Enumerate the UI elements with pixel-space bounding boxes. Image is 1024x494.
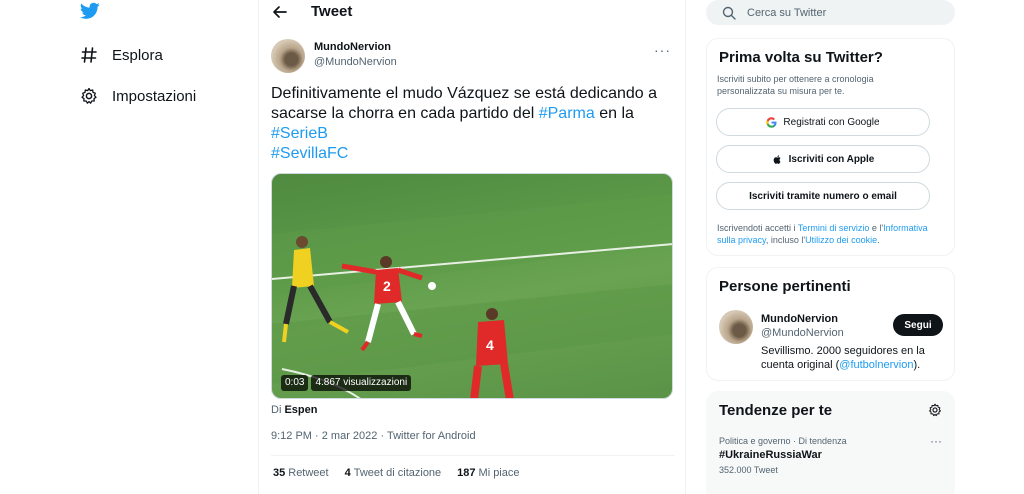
video-frame: 2 4: [272, 194, 672, 398]
tweet-text: Definitivamente el mudo Vázquez se está …: [271, 84, 676, 164]
nav-item-label: Esplora: [112, 46, 163, 64]
signup-title: Prima volta su Twitter?: [719, 49, 883, 66]
trend-more-button[interactable]: ···: [930, 434, 942, 448]
signup-subtitle: Iscriviti subito per ottenere a cronolog…: [717, 74, 874, 96]
tweet-stats: 35 Retweet 4 Tweet di citazione 187 Mi piac…: [273, 467, 536, 479]
terms-text: , incluso l': [765, 235, 806, 245]
apple-signup-button[interactable]: Iscriviti con Apple: [716, 145, 930, 173]
tweet-header: Tweet: [259, 0, 687, 26]
tweet-column: Tweet MundoNervion @MundoNervion ··· Def…: [258, 0, 686, 494]
relevant-people-card: Persone pertinenti MundoNervion @MundoNe…: [706, 267, 955, 381]
gear-icon: [81, 87, 97, 104]
trend-name: #UkraineRussiaWar: [719, 449, 822, 461]
page-title: Tweet: [311, 3, 353, 20]
nav-item-settings[interactable]: Impostazioni: [80, 84, 196, 108]
hashtag-link[interactable]: #Parma: [539, 105, 595, 122]
svg-text:4: 4: [486, 337, 494, 353]
terms-text: e l': [869, 223, 884, 233]
video-duration: 0:03: [281, 375, 309, 391]
trends-title: Tendenze per te: [719, 402, 833, 419]
nav-item-label: Impostazioni: [112, 87, 197, 105]
ball: [428, 282, 436, 290]
tweet-author: MundoNervion @MundoNervion ···: [271, 38, 675, 74]
terms-text: .: [877, 235, 880, 245]
signup-terms: Iscrivendoti accetti i Termini di serviz…: [717, 222, 947, 246]
apple-signup-label: Iscriviti con Apple: [788, 153, 875, 165]
right-sidebar: Cerca su Twitter Prima volta su Twitter?…: [686, 0, 1024, 494]
terms-link[interactable]: Termini di servizio: [798, 223, 870, 233]
bio-mention-link[interactable]: @futbolnervion: [839, 359, 913, 371]
nav-item-explore[interactable]: Esplora: [80, 43, 163, 67]
person-name[interactable]: MundoNervion: [761, 313, 838, 325]
search-placeholder: Cerca su Twitter: [747, 6, 827, 19]
quote-tweets-count: 4: [344, 467, 351, 479]
google-icon: [766, 116, 777, 128]
source-prefix: Di: [271, 404, 282, 416]
follow-button[interactable]: Segui: [893, 314, 943, 336]
apple-icon: [773, 154, 781, 164]
retweets-label: Retweet: [288, 467, 329, 479]
person-handle[interactable]: @MundoNervion: [761, 327, 844, 339]
people-title: Persone pertinenti: [719, 278, 851, 295]
google-signup-button[interactable]: Registrati con Google: [716, 108, 930, 136]
search-icon: [722, 6, 736, 20]
left-nav: Esplora Impostazioni: [0, 0, 258, 494]
author-handle[interactable]: @MundoNervion: [314, 56, 397, 68]
hashtag-link[interactable]: #SerieB: [271, 125, 328, 142]
divider: [271, 455, 675, 456]
video-player[interactable]: 2 4 0:03 4.867 visualizzazioni: [271, 173, 673, 399]
person-bio: Sevillismo. 2000 seguidores en la cuenta…: [761, 344, 941, 372]
bio-text: ).: [913, 359, 921, 371]
trends-card: Tendenze per te Politica e governo · Di …: [706, 391, 955, 494]
terms-text: Iscrivendoti accetti i: [717, 223, 798, 233]
svg-text:2: 2: [383, 278, 391, 294]
tweet-timestamp[interactable]: 9:12 PM · 2 mar 2022 · Twitter for Andro…: [271, 430, 476, 442]
hashtag-link[interactable]: #SevillaFC: [271, 145, 348, 162]
retweets-count: 35: [273, 467, 286, 479]
source-link[interactable]: Espen: [284, 404, 317, 416]
tweet-text-part: en la: [594, 105, 634, 122]
google-signup-label: Registrati con Google: [783, 116, 880, 128]
phone-signup-label: Iscriviti tramite numero o email: [749, 190, 897, 202]
avatar[interactable]: [719, 310, 753, 344]
trend-count: 352.000 Tweet: [719, 465, 778, 475]
author-name[interactable]: MundoNervion: [314, 41, 391, 53]
search-input[interactable]: Cerca su Twitter: [706, 0, 955, 25]
back-arrow-icon[interactable]: [271, 3, 289, 21]
video-views: 4.867 visualizzazioni: [311, 375, 412, 391]
twitter-logo-icon[interactable]: [80, 2, 100, 20]
likes-label: Mi piace: [478, 467, 520, 479]
phone-signup-button[interactable]: Iscriviti tramite numero o email: [716, 182, 930, 210]
video-badge: 0:03 4.867 visualizzazioni: [281, 375, 414, 391]
likes-stat[interactable]: 187 Mi piace: [457, 467, 519, 479]
cookie-link[interactable]: Utilizzo dei cookie: [805, 235, 877, 245]
quote-tweets-label: Tweet di citazione: [353, 467, 442, 479]
hashtag-icon: [81, 47, 97, 63]
avatar[interactable]: [271, 39, 305, 73]
signup-card: Prima volta su Twitter? Iscriviti subito…: [706, 38, 955, 256]
more-options-button[interactable]: ···: [654, 42, 671, 58]
likes-count: 187: [457, 467, 476, 479]
gear-icon[interactable]: [928, 403, 942, 417]
retweets-stat[interactable]: 35 Retweet: [273, 467, 329, 479]
trend-category: Politica e governo · Di tendenza: [719, 436, 847, 446]
quote-tweets-stat[interactable]: 4 Tweet di citazione: [345, 467, 442, 479]
video-source: Di Espen: [271, 404, 317, 416]
